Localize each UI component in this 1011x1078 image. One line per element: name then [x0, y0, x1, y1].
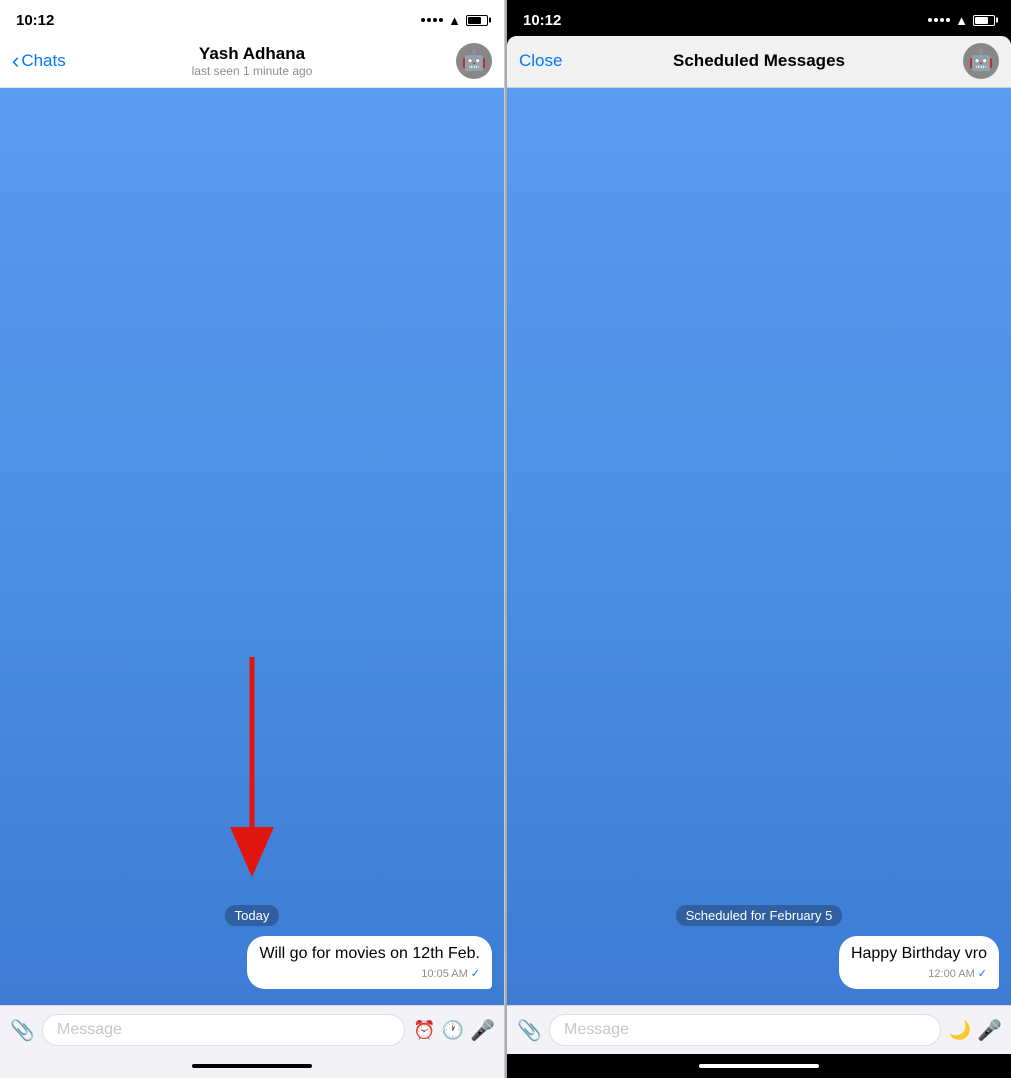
home-bar-left	[192, 1064, 312, 1068]
nav-header-right: Close Scheduled Messages 🤖	[507, 36, 1011, 88]
mic-icon-left[interactable]: 🎤	[470, 1018, 494, 1043]
message-meta-right: 12:00 AM ✓	[851, 967, 987, 981]
wifi-icon-left: ▲	[448, 13, 461, 28]
message-check-left: ✓	[471, 967, 480, 981]
message-time-right: 12:00 AM	[928, 967, 974, 981]
message-row-right: Happy Birthday vro 12:00 AM ✓	[519, 936, 999, 989]
signal-dots-left	[421, 18, 443, 22]
annotation-arrow	[212, 657, 292, 877]
close-button[interactable]: Close	[519, 51, 562, 71]
wifi-icon-right: ▲	[955, 13, 968, 28]
message-text-left: Will go for movies on 12th Feb.	[259, 945, 480, 962]
dot3	[433, 18, 437, 22]
scheduled-title: Scheduled Messages	[673, 51, 845, 71]
signal-dots-right	[928, 18, 950, 22]
contact-avatar-left[interactable]: 🤖	[456, 43, 492, 79]
scheduled-badge: Scheduled for February 5	[676, 905, 843, 926]
back-label-text[interactable]: Chats	[21, 51, 65, 71]
chat-area-right: Scheduled for February 5 Happy Birthday …	[507, 88, 1011, 1005]
moon-icon-right[interactable]: 🌙	[949, 1020, 971, 1041]
chat-contact-name: Yash Adhana	[199, 44, 305, 64]
message-meta-left: 10:05 AM ✓	[259, 967, 480, 981]
status-icons-left: ▲	[421, 13, 488, 28]
message-bubble-right: Happy Birthday vro 12:00 AM ✓	[839, 936, 999, 989]
left-phone: 10:12 ▲ ‹ Chats Yash Adhana last seen 1 …	[0, 0, 505, 1078]
message-bubble-left: Will go for movies on 12th Feb. 10:05 AM…	[247, 936, 492, 989]
right-phone: 10:12 ▲ Close Scheduled Messages 🤖	[507, 0, 1011, 1078]
home-indicator-right	[507, 1054, 1011, 1078]
message-row-left: Will go for movies on 12th Feb. 10:05 AM…	[12, 936, 492, 989]
status-icons-right: ▲	[928, 13, 995, 28]
message-input-right[interactable]: Message	[549, 1014, 941, 1046]
screen-divider	[505, 0, 507, 1078]
message-time-left: 10:05 AM	[421, 967, 467, 981]
attachment-icon-right[interactable]: 📎	[517, 1018, 541, 1043]
battery-fill-right	[975, 17, 988, 24]
chat-messages-left: Today Will go for movies on 12th Feb. 10…	[0, 897, 504, 997]
mic-icon-right[interactable]: 🎤	[977, 1018, 1001, 1043]
scheduled-sheet: Close Scheduled Messages 🤖 Scheduled for…	[507, 36, 1011, 1078]
message-placeholder-right: Message	[564, 1021, 629, 1039]
contact-avatar-right[interactable]: 🤖	[963, 43, 999, 79]
dot4	[439, 18, 443, 22]
attachment-icon-left[interactable]: 📎	[10, 1018, 34, 1043]
avatar-emoji-left: 🤖	[462, 48, 487, 73]
nav-header-left: ‹ Chats Yash Adhana last seen 1 minute a…	[0, 36, 504, 88]
home-bar-right	[699, 1064, 819, 1068]
rdot4	[946, 18, 950, 22]
status-bar-left: 10:12 ▲	[0, 0, 504, 36]
chat-messages-right: Scheduled for February 5 Happy Birthday …	[507, 897, 1011, 997]
message-check-right: ✓	[978, 967, 987, 981]
status-time-right: 10:12	[523, 12, 561, 29]
input-right-icons-left: ⏰ 🕐 🎤	[413, 1018, 494, 1043]
back-chevron-icon: ‹	[12, 50, 19, 72]
chat-last-seen: last seen 1 minute ago	[192, 64, 313, 78]
chat-area-left: Today Will go for movies on 12th Feb. 10…	[0, 88, 504, 1005]
back-button[interactable]: ‹ Chats	[12, 50, 66, 72]
nav-center-right: Scheduled Messages	[673, 51, 845, 71]
rdot3	[940, 18, 944, 22]
battery-fill-left	[468, 17, 481, 24]
nav-center-left: Yash Adhana last seen 1 minute ago	[192, 44, 313, 78]
status-time-left: 10:12	[16, 12, 54, 29]
date-badge-left: Today	[225, 905, 280, 926]
dot2	[427, 18, 431, 22]
battery-icon-right	[973, 15, 995, 26]
status-bar-right: 10:12 ▲	[507, 0, 1011, 36]
schedule-icon-left[interactable]: ⏰	[413, 1020, 435, 1041]
clock-icon-left[interactable]: 🕐	[442, 1020, 464, 1041]
message-text-right: Happy Birthday vro	[851, 945, 987, 962]
rdot1	[928, 18, 932, 22]
input-right-icons-right: 🌙 🎤	[949, 1018, 1001, 1043]
input-bar-right: 📎 Message 🌙 🎤	[507, 1005, 1011, 1054]
battery-icon-left	[466, 15, 488, 26]
input-bar-left: 📎 Message ⏰ 🕐 🎤	[0, 1005, 504, 1054]
message-input-left[interactable]: Message	[42, 1014, 405, 1046]
dot1	[421, 18, 425, 22]
rdot2	[934, 18, 938, 22]
avatar-emoji-right: 🤖	[969, 48, 994, 73]
message-placeholder-left: Message	[57, 1021, 122, 1039]
home-indicator-left	[0, 1054, 504, 1078]
